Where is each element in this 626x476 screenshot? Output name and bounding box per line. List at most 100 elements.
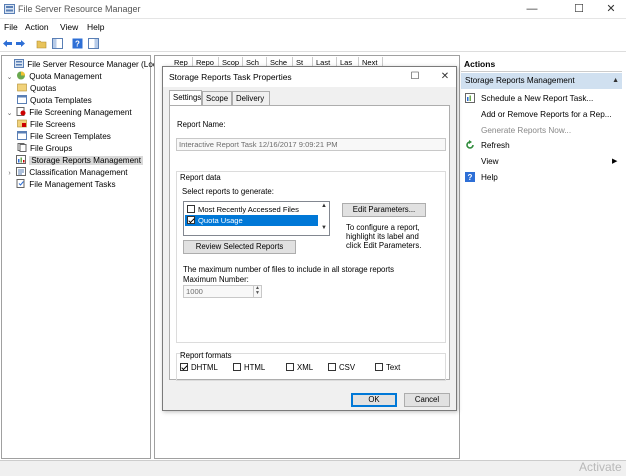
activation-watermark: Activate [579, 460, 622, 474]
dialog-title-bar: Storage Reports Task Properties ☐ ✕ [163, 67, 456, 87]
tree-quotas[interactable]: Quotas [17, 83, 56, 95]
tab-settings[interactable]: Settings [169, 90, 202, 105]
report-data-group [176, 171, 446, 343]
help-icon: ? [465, 172, 475, 182]
scroll-up-icon[interactable]: ▲ [320, 203, 328, 211]
tab-scope[interactable]: Scope [202, 91, 232, 105]
format-checkbox[interactable] [375, 363, 383, 371]
close-button[interactable]: ✕ [598, 0, 624, 19]
report-formats-label: Report formats [180, 351, 232, 360]
file-task-icon [16, 179, 25, 188]
template-icon [17, 95, 27, 104]
collapse-chevron-icon[interactable]: ⌄ [5, 72, 14, 84]
svg-text:?: ? [468, 173, 473, 182]
storage-reports-task-properties-dialog: Storage Reports Task Properties ☐ ✕ Sett… [162, 66, 457, 411]
report-name-field[interactable]: Interactive Report Task 12/16/2017 9:09:… [176, 138, 446, 151]
collapse-chevron-icon[interactable]: ⌄ [5, 108, 14, 120]
menu-file[interactable]: File [4, 22, 18, 32]
classification-icon [16, 167, 27, 176]
collapse-arrow-icon[interactable]: ▲ [612, 73, 619, 89]
list-item[interactable]: Quota Usage [185, 215, 318, 226]
tree-storage-reports[interactable]: Storage Reports Management [5, 155, 143, 167]
format-text[interactable]: Text [373, 363, 400, 373]
format-dhtml[interactable]: DHTML [178, 363, 218, 373]
configure-hint-line: click Edit Parameters. [346, 241, 422, 250]
tree-quota-templates[interactable]: Quota Templates [17, 95, 92, 107]
app-icon [4, 4, 15, 14]
action-add-remove-reports[interactable]: Add or Remove Reports for a Rep... [481, 108, 612, 121]
refresh-icon [466, 140, 474, 149]
report-checkbox[interactable] [187, 205, 195, 213]
menu-view[interactable]: View [60, 22, 78, 32]
ok-button[interactable]: OK [351, 393, 397, 407]
toolbar: ? [0, 35, 626, 52]
tree-file-management-tasks[interactable]: File Management Tasks [5, 179, 116, 191]
menu-action[interactable]: Action [25, 22, 49, 32]
back-arrow-icon[interactable] [2, 38, 13, 49]
configure-hint-line: To configure a report, [346, 223, 420, 232]
tree-file-groups[interactable]: File Groups [17, 143, 72, 155]
review-selected-reports-button[interactable]: Review Selected Reports [183, 240, 296, 254]
action-schedule-report[interactable]: Schedule a New Report Task... [465, 92, 593, 105]
settings-tab-page: Report Name: Interactive Report Task 12/… [169, 105, 450, 381]
file-screens-icon [17, 119, 27, 128]
actions-section-header[interactable]: Storage Reports Management ▲ [461, 73, 622, 89]
maximize-button[interactable]: ☐ [566, 0, 592, 19]
action-help[interactable]: ? Help [465, 171, 498, 184]
format-checkbox[interactable] [286, 363, 294, 371]
submenu-arrow-icon: ▶ [612, 158, 618, 165]
max-number-label: Maximum Number: [183, 275, 249, 284]
folder-up-icon[interactable] [36, 38, 47, 49]
quotas-icon [17, 83, 27, 92]
template-icon [17, 131, 27, 140]
reports-listbox[interactable]: Most Recently Accessed Files Quota Usage… [183, 201, 330, 236]
dialog-close-button[interactable]: ✕ [437, 69, 453, 85]
show-action-pane-icon[interactable] [88, 38, 99, 49]
report-data-label: Report data [180, 173, 221, 182]
dialog-title: Storage Reports Task Properties [169, 72, 292, 82]
file-group-icon [17, 143, 27, 152]
menu-bar: File Action View Help [0, 19, 626, 35]
forward-arrow-icon[interactable] [15, 38, 26, 49]
max-number-stepper[interactable]: 1000 ▲ ▼ [183, 285, 262, 298]
cancel-button[interactable]: Cancel [404, 393, 450, 407]
format-xml[interactable]: XML [284, 363, 313, 373]
dialog-maximize-button[interactable]: ☐ [407, 69, 423, 85]
menu-help[interactable]: Help [87, 22, 104, 32]
format-csv[interactable]: CSV [326, 363, 355, 373]
console-tree: File Server Resource Manager (Local) ⌄ Q… [1, 55, 166, 459]
spin-arrows-icon[interactable]: ▲ ▼ [253, 286, 261, 297]
tab-delivery[interactable]: Delivery [232, 91, 270, 105]
tree-quota-management[interactable]: ⌄ Quota Management [5, 71, 102, 83]
configure-hint-line: highlight its label and [346, 232, 419, 241]
svg-text:?: ? [75, 40, 80, 49]
schedule-report-icon [465, 93, 475, 103]
tree-classification[interactable]: › Classification Management [5, 167, 128, 179]
title-bar: File Server Resource Manager — ☐ ✕ [0, 0, 626, 19]
max-files-label: The maximum number of files to include i… [183, 265, 395, 274]
report-checkbox[interactable] [187, 216, 195, 224]
edit-parameters-button[interactable]: Edit Parameters... [342, 203, 426, 217]
file-screen-icon [16, 107, 26, 116]
help-icon[interactable]: ? [72, 38, 83, 49]
select-reports-label: Select reports to generate: [182, 187, 274, 196]
tree-root[interactable]: File Server Resource Manager (Local) [3, 59, 166, 71]
action-view[interactable]: View ▶ [481, 155, 617, 168]
list-item[interactable]: Most Recently Accessed Files [185, 204, 318, 215]
tree-file-screen-templates[interactable]: File Screen Templates [17, 131, 111, 143]
format-checkbox[interactable] [233, 363, 241, 371]
actions-pane: Actions Storage Reports Management ▲ Sch… [461, 57, 622, 459]
format-checkbox[interactable] [180, 363, 188, 371]
tree-file-screening[interactable]: ⌄ File Screening Management [5, 107, 132, 119]
window-title: File Server Resource Manager [18, 4, 141, 14]
storage-report-icon [16, 155, 27, 164]
action-refresh[interactable]: Refresh [465, 139, 510, 152]
action-generate-reports[interactable]: Generate Reports Now... [481, 124, 571, 137]
actions-header: Actions [461, 57, 622, 72]
minimize-button[interactable]: — [519, 0, 545, 19]
show-hide-tree-icon[interactable] [52, 38, 63, 49]
scroll-down-icon[interactable]: ▼ [320, 225, 328, 233]
format-html[interactable]: HTML [231, 363, 265, 373]
tree-file-screens[interactable]: File Screens [17, 119, 76, 131]
format-checkbox[interactable] [328, 363, 336, 371]
